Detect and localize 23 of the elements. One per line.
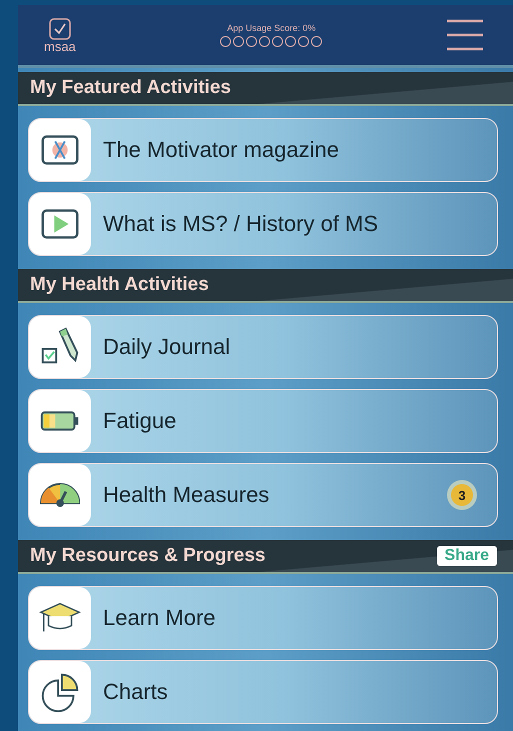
activity-label: Fatigue	[103, 408, 178, 434]
activity-row[interactable]: Daily Journal	[28, 315, 498, 379]
activity-label: Health Measures	[103, 482, 270, 508]
score-label: App Usage Score: 0%	[227, 23, 316, 33]
activity-row[interactable]: Fatigue	[28, 389, 498, 453]
activity-label: The Motivator magazine	[103, 137, 340, 163]
activity-label: What is MS? / History of MS	[103, 211, 380, 237]
activity-row[interactable]: Charts	[28, 660, 498, 724]
activity-row[interactable]: The Motivator magazine	[28, 118, 498, 182]
activity-label: Charts	[103, 679, 169, 705]
count-badge: 3	[451, 484, 473, 506]
section-title: My Resources & Progress	[30, 545, 266, 567]
menu-icon[interactable]	[446, 19, 483, 51]
logo-text: msaa	[44, 40, 76, 52]
section-title: My Featured Activities	[30, 77, 231, 99]
activity-label: Daily Journal	[103, 334, 232, 360]
activity-row[interactable]: What is MS? / History of MS	[28, 192, 498, 256]
section-title: My Health Activities	[30, 274, 209, 296]
activity-label: Learn More	[103, 605, 217, 631]
activity-row[interactable]: Health Measures 3	[28, 463, 498, 527]
activity-row[interactable]: Learn More	[28, 586, 498, 650]
checkbox-logo-icon	[48, 18, 71, 40]
gauge-icon	[40, 482, 80, 508]
